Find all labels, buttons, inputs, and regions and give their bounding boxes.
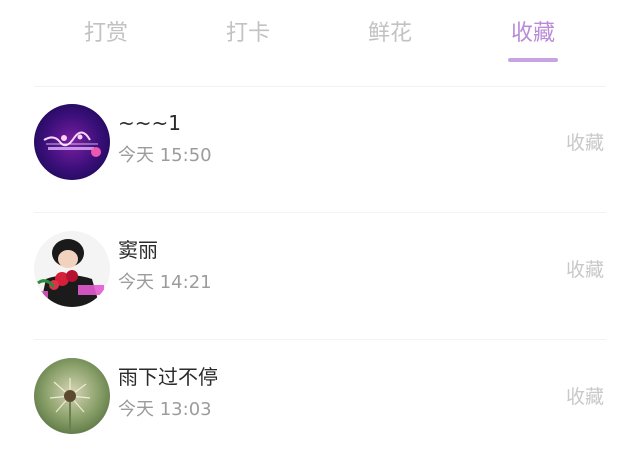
record-name: 窦丽: [118, 238, 158, 262]
dandelion-avatar[interactable]: [34, 358, 110, 434]
favorite-action[interactable]: 收藏: [566, 257, 604, 283]
favorite-action[interactable]: 收藏: [566, 130, 604, 156]
record-time: 今天 15:50: [118, 145, 212, 166]
girl-with-roses-avatar[interactable]: [34, 231, 110, 307]
active-tab-indicator: [508, 58, 558, 62]
tab-bar: 打赏 打卡 鲜花 收藏: [0, 0, 640, 84]
tab-flowers[interactable]: 鲜花: [350, 16, 430, 52]
list-item[interactable]: 窦丽 今天 14:21 收藏: [0, 213, 640, 340]
list-item[interactable]: ~~~1 今天 15:50 收藏: [0, 86, 640, 213]
record-name: ~~~1: [118, 111, 181, 135]
record-name: 雨下过不停: [118, 365, 218, 389]
record-time: 今天 13:03: [118, 399, 212, 420]
purple-logo-avatar[interactable]: [34, 104, 110, 180]
record-time: 今天 14:21: [118, 272, 212, 293]
list-item[interactable]: 雨下过不停 今天 13:03 收藏: [0, 340, 640, 467]
favorite-action[interactable]: 收藏: [566, 384, 604, 410]
tab-reward[interactable]: 打赏: [66, 16, 146, 52]
tab-checkin[interactable]: 打卡: [208, 16, 288, 52]
tab-favorites[interactable]: 收藏: [493, 16, 573, 52]
